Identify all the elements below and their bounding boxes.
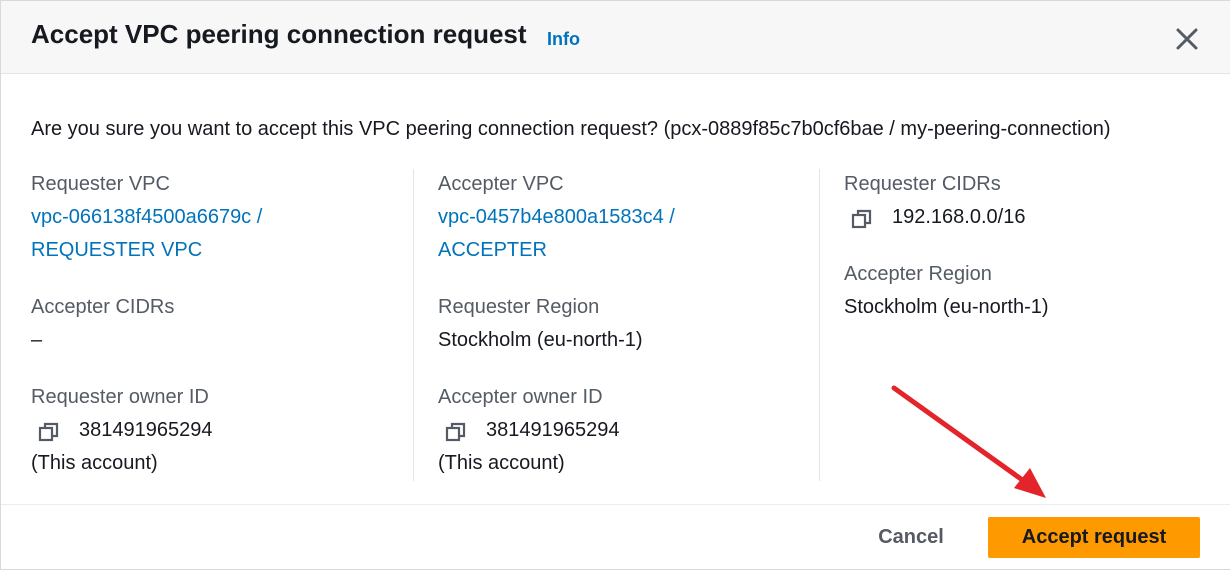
- accepter-owner-id: 381491965294: [486, 419, 620, 441]
- requester-vpc-link[interactable]: vpc-066138f4500a6679c /: [31, 206, 262, 229]
- cancel-button[interactable]: Cancel: [867, 517, 955, 557]
- footer-divider: [1, 504, 1230, 505]
- accept-peering-modal: Accept VPC peering connection request In…: [0, 0, 1230, 570]
- accepter-region-label: Accepter Region: [844, 263, 992, 285]
- column-divider: [413, 169, 414, 481]
- requester-vpc-name-link[interactable]: REQUESTER VPC: [31, 239, 202, 262]
- copy-icon[interactable]: [38, 421, 60, 443]
- requester-vpc-label: Requester VPC: [31, 173, 170, 195]
- requester-owner-id: 381491965294: [79, 419, 213, 441]
- modal-header: Accept VPC peering connection request In…: [1, 1, 1230, 74]
- accepter-cidrs-value: –: [31, 329, 43, 351]
- accept-request-button[interactable]: Accept request: [988, 517, 1200, 558]
- requester-region-label: Requester Region: [438, 296, 600, 318]
- accepter-vpc-link[interactable]: vpc-0457b4e800a1583c4 /: [438, 206, 675, 229]
- accepter-cidrs-label: Accepter CIDRs: [31, 296, 175, 318]
- requester-cidrs-label: Requester CIDRs: [844, 173, 1001, 195]
- requester-cidrs-value: 192.168.0.0/16: [892, 206, 1026, 228]
- accepter-owner-note: (This account): [438, 452, 565, 474]
- requester-owner-note: (This account): [31, 452, 158, 474]
- copy-icon[interactable]: [851, 208, 873, 230]
- confirmation-question: Are you sure you want to accept this VPC…: [31, 118, 1111, 140]
- accepter-vpc-name-link[interactable]: ACCEPTER: [438, 239, 547, 262]
- close-icon[interactable]: [1173, 25, 1201, 53]
- copy-icon[interactable]: [445, 421, 467, 443]
- info-link[interactable]: Info: [547, 29, 580, 50]
- accepter-vpc-label: Accepter VPC: [438, 173, 564, 195]
- modal-title: Accept VPC peering connection request: [31, 19, 527, 49]
- accepter-region-value: Stockholm (eu-north-1): [844, 296, 1049, 318]
- requester-region-value: Stockholm (eu-north-1): [438, 329, 643, 351]
- column-divider: [819, 169, 820, 481]
- accepter-owner-label: Accepter owner ID: [438, 386, 603, 408]
- requester-owner-label: Requester owner ID: [31, 386, 209, 408]
